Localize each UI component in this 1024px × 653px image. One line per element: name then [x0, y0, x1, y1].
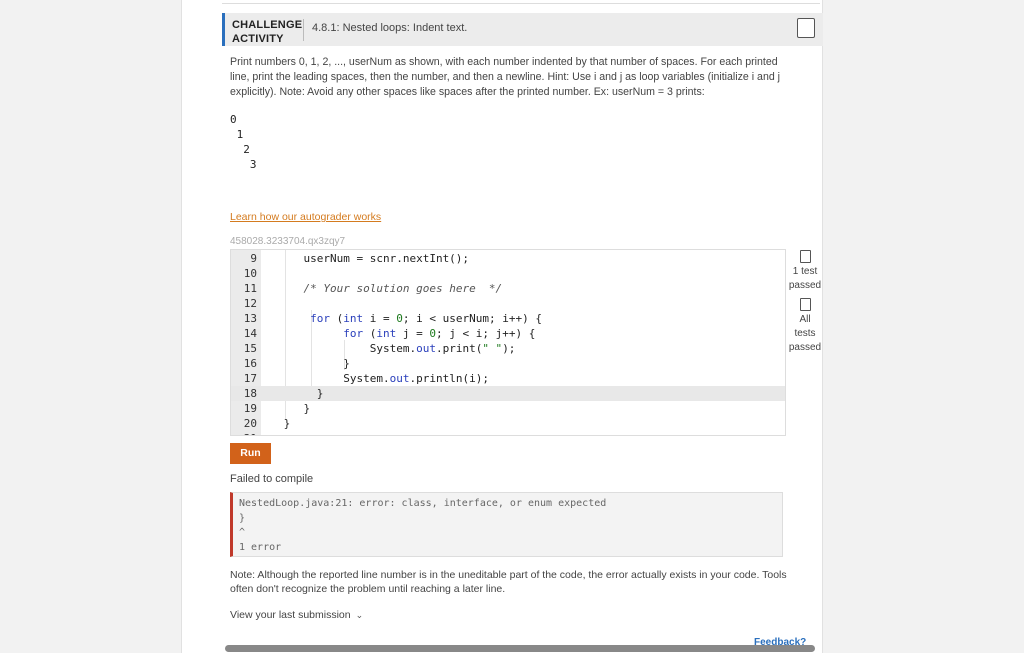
error-note: Note: Although the reported line number …: [230, 569, 787, 595]
code-line: 19 }: [243, 402, 311, 415]
code-line: 15 System.out.print(" ");: [243, 342, 516, 355]
code-line: 14 for (int j = 0; j < i; j++) {: [243, 327, 536, 340]
activity-category: CHALLENGE ACTIVITY: [232, 19, 303, 45]
test-status-2: All tests passed: [788, 314, 822, 353]
code-line: 13 for (int i = 0; i < userNum; i++) {: [243, 312, 542, 325]
error-output: NestedLoop.java:21: error: class, interf…: [230, 492, 783, 557]
code-line: 16 }: [243, 357, 350, 370]
header-divider: [303, 19, 304, 41]
all-tests-check-icon: [799, 298, 811, 311]
activity-title: 4.8.1: Nested loops: Indent text.: [312, 22, 468, 34]
view-last-label: View your last submission: [230, 609, 351, 621]
code-id: 458028.3233704.qx3zqy7: [230, 236, 346, 247]
activity-header: CHALLENGE ACTIVITY 4.8.1: Nested loops: I…: [222, 13, 823, 46]
chevron-down-icon: ⌄: [355, 610, 364, 620]
test-status: 1 test passed All tests passed: [788, 250, 822, 355]
compile-status: Failed to compile: [230, 473, 314, 485]
example-output: 0 1 2 3: [230, 113, 257, 171]
top-divider: [222, 0, 820, 4]
code-line: 9 userNum = scnr.nextInt();: [250, 252, 470, 265]
code-line: 11 /* Your solution goes here */: [243, 282, 503, 295]
code-line-active: 18 }: [231, 386, 785, 401]
code-editor[interactable]: 9 userNum = scnr.nextInt(); 10 11 /* You…: [230, 249, 786, 436]
code-line: 10: [243, 267, 257, 280]
test-status-1: 1 test passed: [788, 266, 822, 291]
error-text: NestedLoop.java:21: error: class, interf…: [239, 498, 607, 553]
test-check-icon: [799, 250, 811, 263]
code-line: 20 }: [243, 417, 291, 430]
code-line: 17 System.out.println(i);: [243, 372, 489, 385]
horizontal-scrollbar[interactable]: [225, 645, 815, 652]
code-line: 12: [243, 297, 257, 310]
view-last-submission[interactable]: View your last submission ⌄: [230, 609, 363, 621]
instructions: Print numbers 0, 1, 2, ..., userNum as s…: [230, 56, 781, 98]
completion-badge-icon: [797, 18, 815, 38]
run-button[interactable]: Run: [230, 443, 271, 464]
autograder-link[interactable]: Learn how our autograder works: [230, 211, 381, 223]
code-line: 21: [231, 431, 785, 435]
